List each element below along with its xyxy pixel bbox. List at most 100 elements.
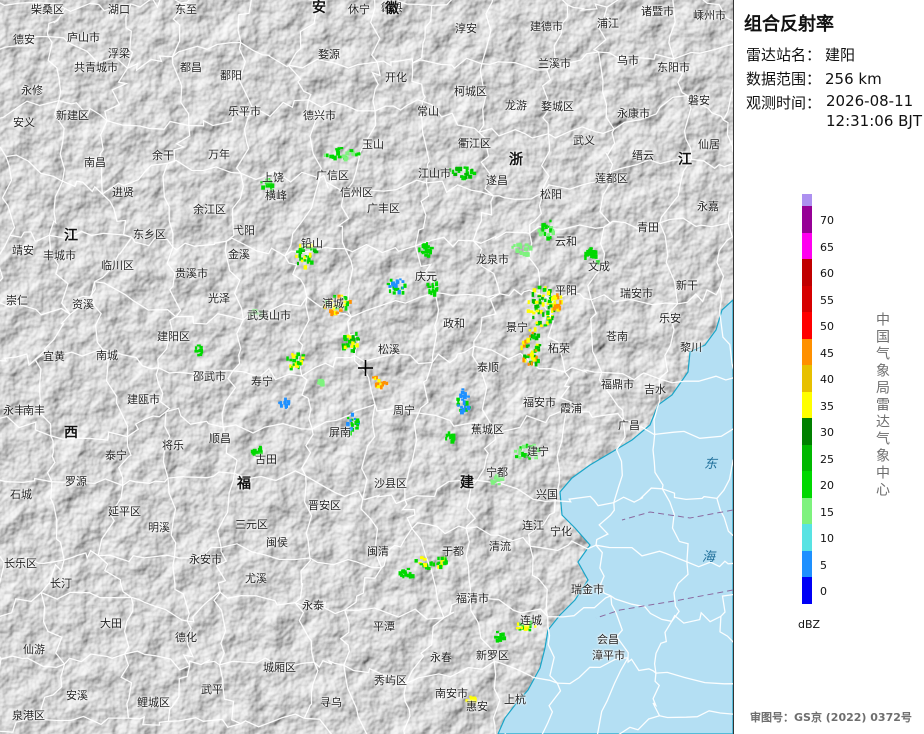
echo-pixel	[347, 417, 350, 420]
echo-pixel	[460, 409, 464, 415]
colorbar-segment	[802, 444, 812, 471]
echo-pixel	[522, 357, 525, 363]
echo-pixel	[349, 338, 353, 341]
echo-pixel	[306, 244, 310, 248]
colorbar-tick: 0	[820, 585, 827, 598]
echo-pixel	[519, 622, 523, 626]
echo-pixel	[528, 628, 532, 632]
echo-pixel	[559, 295, 563, 299]
echo-pixel	[535, 355, 538, 360]
echo-pixel	[376, 382, 380, 386]
echo-pixel	[518, 450, 521, 455]
echo-pixel	[494, 635, 498, 639]
echo-pixel	[530, 452, 534, 457]
station-row: 雷达站名： 建阳	[746, 44, 855, 65]
echo-pixel	[538, 344, 542, 347]
echo-pixel	[331, 310, 334, 316]
echo-pixel	[428, 288, 431, 293]
echo-pixel	[339, 299, 343, 303]
echo-pixel	[287, 400, 291, 404]
echo-pixel	[351, 341, 355, 346]
echo-pixel	[408, 576, 412, 579]
echo-pixel	[284, 397, 287, 402]
issuer-note: 中国气象局雷达气象中心	[874, 312, 890, 499]
echo-pixel	[498, 473, 501, 476]
echo-pixel	[529, 310, 534, 313]
echo-pixel	[296, 352, 301, 357]
echo-pixel	[301, 354, 306, 357]
colorbar-tick: 20	[820, 479, 834, 492]
echo-pixel	[261, 185, 265, 190]
echo-pixel	[395, 280, 400, 284]
echo-pixel	[440, 560, 443, 566]
colorbar-segment	[802, 232, 812, 259]
echo-pixel	[292, 359, 297, 363]
echo-pixel	[300, 259, 304, 263]
echo-pixel	[449, 168, 452, 172]
echo-pixel	[547, 233, 550, 237]
echo-pixel	[381, 381, 384, 387]
echo-pixel	[323, 304, 327, 309]
colorbar-tick: 60	[820, 267, 834, 280]
colorbar-segment	[802, 391, 812, 418]
echo-pixel	[538, 301, 542, 305]
echo-pixel	[457, 400, 460, 403]
echo-pixel	[335, 311, 339, 315]
colorbar-segment	[802, 471, 812, 498]
approval-number: 审图号：GS京 (2022) 0372号	[750, 711, 912, 724]
echo-pixel	[525, 344, 529, 348]
echo-pixel	[423, 563, 428, 568]
echo-pixel	[514, 449, 518, 453]
echo-pixel	[295, 355, 299, 360]
echo-pixel	[470, 700, 473, 705]
echo-pixel	[527, 362, 530, 366]
echo-pixel	[497, 483, 501, 486]
echo-pixel	[299, 243, 302, 248]
echo-pixel	[336, 151, 340, 156]
echo-pixel	[465, 166, 469, 171]
echo-pixel	[502, 636, 507, 641]
echo-pixel	[440, 556, 444, 561]
echo-pixel	[402, 574, 405, 579]
echo-pixel	[372, 376, 375, 379]
echo-pixel	[520, 345, 523, 351]
echo-pixel	[328, 298, 331, 302]
echo-pixel	[525, 251, 529, 256]
colorbar-tick: 35	[820, 399, 834, 413]
echo-pixel	[386, 282, 390, 286]
echo-pixel	[401, 280, 405, 283]
colorbar-segment	[802, 206, 812, 233]
echo-pixel	[421, 251, 424, 255]
echo-pixel	[403, 283, 407, 288]
echo-pixel	[298, 253, 302, 258]
echo-pixel	[526, 453, 530, 458]
echo-pixel	[283, 400, 287, 405]
radar-map[interactable]: 柴桑区 湖口 东至 休宁 歙县 淳安 建德市 浦江 诸暨市 嵊州市 德安 庐山市 浮梁 都昌 鄱阳 婺源 兰溪市…	[0, 0, 733, 734]
echo-pixel	[295, 365, 299, 368]
echo-pixel	[284, 406, 287, 409]
echo-pixel	[530, 361, 533, 366]
echo-pixel	[401, 286, 404, 289]
echo-pixel	[548, 319, 552, 324]
echo-pixel	[355, 426, 359, 430]
echo-pixel	[465, 699, 469, 703]
echo-pixel	[521, 451, 524, 457]
echo-pixel	[340, 294, 344, 297]
colorbar-tick: 15	[820, 505, 834, 519]
echo-pixel	[549, 304, 553, 308]
echo-pixel	[256, 450, 260, 455]
echo-pixel	[323, 153, 326, 157]
echo-pixel	[541, 228, 544, 232]
echo-pixel	[279, 401, 283, 406]
range-value: 256 km	[825, 70, 882, 88]
echo-pixel	[333, 294, 337, 299]
echo-pixel	[524, 243, 529, 247]
echo-pixel	[295, 254, 298, 258]
product-title: 组合反射率	[744, 14, 834, 35]
echo-pixel	[194, 349, 199, 353]
echo-pixel	[345, 151, 349, 156]
colorbar-segment	[802, 524, 812, 551]
echo-pixel	[399, 278, 402, 281]
echo-pixel	[525, 443, 529, 449]
echo-pixel	[538, 231, 542, 236]
